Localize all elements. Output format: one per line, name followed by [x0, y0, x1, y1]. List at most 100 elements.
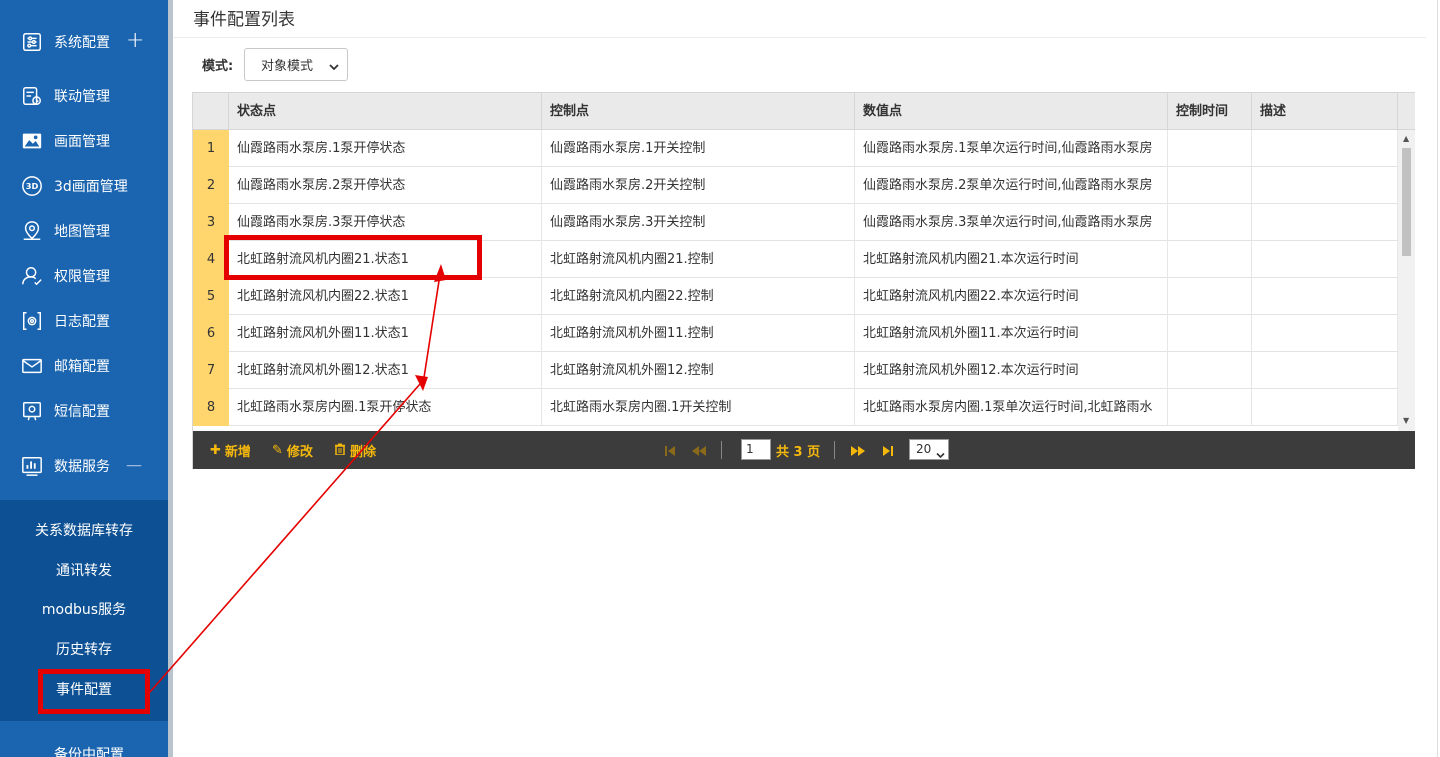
page-number-input[interactable]: 1 [741, 439, 771, 460]
cell-value: 仙霞路雨水泵房.3泵单次运行时间,仙霞路雨水泵房 [855, 204, 1168, 241]
scroll-up-icon[interactable]: ▲ [1403, 134, 1409, 143]
chevron-down-icon [936, 446, 945, 465]
nav-picture[interactable]: 画面管理 [0, 121, 168, 161]
nav-linkage[interactable]: 联动管理 [0, 76, 168, 116]
cell-control: 北虹路射流风机内圈21.控制 [542, 241, 855, 278]
annotation-highlight-row [224, 235, 482, 280]
sidebar: 系统配置 + 联动管理 画面管理 3D 3d画面管理 地图管理 权限管理 日志配… [0, 0, 168, 757]
table-row[interactable]: 5 北虹路射流风机内圈22.状态1 北虹路射流风机内圈22.控制 北虹路射流风机… [193, 278, 1398, 315]
nav-partial-item[interactable]: 备份中配置 [20, 744, 124, 757]
nav-system-config[interactable]: 系统配置 + [0, 22, 168, 62]
grid-header: 状态点 控制点 数值点 控制时间 描述 [193, 93, 1415, 130]
table-row[interactable]: 6 北虹路射流风机外圈11.状态1 北虹路射流风机外圈11.控制 北虹路射流风机… [193, 315, 1398, 352]
page-size-select[interactable]: 20 [909, 439, 949, 460]
cell-status: 北虹路射流风机外圈12.状态1 [229, 352, 542, 389]
submenu-item-history-dump[interactable]: 历史转存 [0, 632, 168, 668]
cell-control: 仙霞路雨水泵房.2开关控制 [542, 167, 855, 204]
3d-icon-text: 3D [26, 181, 39, 191]
add-button[interactable]: ✚ 新增 [210, 441, 251, 460]
event-config-grid: 状态点 控制点 数值点 控制时间 描述 1 仙霞路雨水泵房.1泵开停状态 仙霞路… [192, 92, 1415, 469]
bar-chart-icon [20, 454, 44, 478]
cell-control: 仙霞路雨水泵房.3开关控制 [542, 204, 855, 241]
cell-desc [1252, 278, 1398, 315]
table-row[interactable]: 1 仙霞路雨水泵房.1泵开停状态 仙霞路雨水泵房.1开关控制 仙霞路雨水泵房.1… [193, 130, 1398, 167]
picture-icon [20, 129, 44, 153]
nav-map[interactable]: 地图管理 [0, 211, 168, 251]
header-status-point[interactable]: 状态点 [229, 93, 542, 130]
nav-label: 数据服务 [54, 459, 110, 475]
header-rownum [193, 93, 229, 130]
nav-label: 邮箱配置 [54, 359, 110, 375]
submenu-item-comm-forward[interactable]: 通讯转发 [0, 553, 168, 589]
grid-scrollbar[interactable]: ▲ ▼ [1398, 130, 1415, 431]
page-size-value: 20 [916, 442, 932, 456]
delete-button[interactable]: 删除 [334, 441, 376, 460]
nav-label: 系统配置 [54, 35, 110, 51]
nav-log-config[interactable]: 日志配置 [0, 301, 168, 341]
nav-mail-config[interactable]: 邮箱配置 [0, 346, 168, 386]
cell-control: 北虹路射流风机内圈22.控制 [542, 278, 855, 315]
cell-time [1168, 167, 1252, 204]
cell-desc [1252, 167, 1398, 204]
cell-time [1168, 130, 1252, 167]
cell-desc [1252, 352, 1398, 389]
app-window: 系统配置 + 联动管理 画面管理 3D 3d画面管理 地图管理 权限管理 日志配… [0, 0, 1440, 757]
cell-status: 北虹路射流风机外圈11.状态1 [229, 315, 542, 352]
right-border [1437, 0, 1438, 757]
cell-value: 仙霞路雨水泵房.2泵单次运行时间,仙霞路雨水泵房 [855, 167, 1168, 204]
cell-control: 仙霞路雨水泵房.1开关控制 [542, 130, 855, 167]
table-row[interactable]: 2 仙霞路雨水泵房.2泵开停状态 仙霞路雨水泵房.2开关控制 仙霞路雨水泵房.2… [193, 167, 1398, 204]
header-control-time[interactable]: 控制时间 [1168, 93, 1252, 130]
next-page-icon[interactable] [850, 443, 865, 457]
delete-label: 删除 [350, 445, 377, 460]
grid-toolbar: ✚ 新增 ✎ 修改 删除 1 共 3 页 20 [193, 431, 1415, 469]
collapse-icon[interactable]: — [126, 454, 142, 476]
mode-select[interactable]: 对象模式 [244, 48, 348, 81]
cell-value: 北虹路雨水泵房内圈.1泵单次运行时间,北虹路雨水 [855, 389, 1168, 426]
row-number: 7 [193, 352, 229, 389]
edit-label: 修改 [286, 445, 313, 460]
cell-status: 北虹路雨水泵房内圈.1泵开停状态 [229, 389, 542, 426]
nav-data-service[interactable]: 数据服务 — [0, 446, 168, 486]
cell-desc [1252, 241, 1398, 278]
cell-time [1168, 352, 1252, 389]
cell-desc [1252, 130, 1398, 167]
cell-time [1168, 204, 1252, 241]
nav-sms-config[interactable]: 短信配置 [0, 391, 168, 431]
pager-separator [721, 441, 722, 459]
header-description[interactable]: 描述 [1252, 93, 1398, 130]
last-page-icon[interactable] [881, 443, 895, 457]
system-config-icon [20, 30, 44, 54]
nav-permission[interactable]: 权限管理 [0, 256, 168, 296]
scroll-down-icon[interactable]: ▼ [1403, 416, 1409, 425]
expand-icon[interactable]: + [126, 30, 144, 52]
prev-page-icon[interactable] [691, 443, 706, 457]
nav-3d-picture[interactable]: 3D 3d画面管理 [0, 166, 168, 206]
table-row[interactable]: 8 北虹路雨水泵房内圈.1泵开停状态 北虹路雨水泵房内圈.1开关控制 北虹路雨水… [193, 389, 1398, 426]
table-row[interactable]: 7 北虹路射流风机外圈12.状态1 北虹路射流风机外圈12.控制 北虹路射流风机… [193, 352, 1398, 389]
submenu-item-db-dump[interactable]: 关系数据库转存 [0, 513, 168, 549]
cell-value: 北虹路射流风机外圈12.本次运行时间 [855, 352, 1168, 389]
header-control-point[interactable]: 控制点 [542, 93, 855, 130]
row-number: 8 [193, 389, 229, 426]
add-label: 新增 [224, 445, 251, 460]
cell-status: 北虹路射流风机内圈22.状态1 [229, 278, 542, 315]
submenu-item-modbus[interactable]: modbus服务 [0, 592, 168, 628]
page-title: 事件配置列表 [193, 10, 295, 30]
user-permission-icon [20, 264, 44, 288]
log-config-icon [20, 309, 44, 333]
cell-desc [1252, 204, 1398, 241]
cell-time [1168, 241, 1252, 278]
cell-control: 北虹路射流风机外圈11.控制 [542, 315, 855, 352]
3d-icon: 3D [20, 174, 44, 198]
grid-body: 1 仙霞路雨水泵房.1泵开停状态 仙霞路雨水泵房.1开关控制 仙霞路雨水泵房.1… [193, 130, 1398, 431]
first-page-icon[interactable] [663, 443, 677, 457]
nav-label: 画面管理 [54, 134, 110, 150]
cell-time [1168, 389, 1252, 426]
header-value-point[interactable]: 数值点 [855, 93, 1168, 130]
edit-button[interactable]: ✎ 修改 [272, 441, 313, 460]
annotation-highlight-menu [38, 669, 150, 714]
scroll-thumb[interactable] [1402, 148, 1411, 256]
sidebar-edge [168, 0, 173, 757]
nav-label: 3d画面管理 [54, 179, 128, 195]
